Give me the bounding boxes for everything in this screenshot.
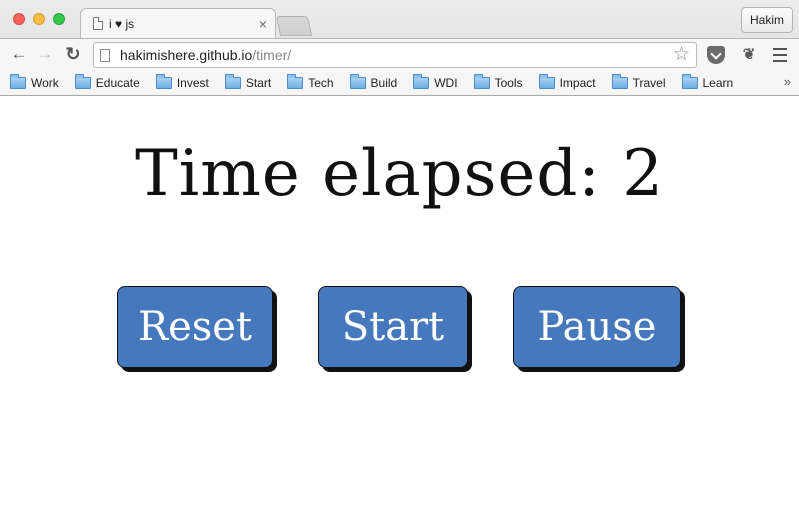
bookmarks-bar: Work Educate Invest Start Tech Build WDI… (0, 70, 799, 95)
close-window-button[interactable] (13, 13, 25, 25)
tab-close-icon[interactable]: × (259, 16, 267, 32)
folder-icon (413, 73, 430, 89)
page-icon (93, 17, 103, 30)
reset-button[interactable]: Reset (117, 286, 273, 368)
bookmark-folder-tools[interactable]: Tools (473, 73, 523, 90)
folder-icon (287, 73, 304, 89)
bookmark-folder-impact[interactable]: Impact (538, 73, 596, 90)
url-host: hakimishere.github.io (120, 47, 253, 63)
bookmark-folder-tech[interactable]: Tech (287, 73, 334, 90)
reload-icon[interactable]: ↻ (62, 43, 84, 65)
folder-icon (538, 73, 555, 89)
bookmarks-overflow-icon[interactable]: » (784, 74, 791, 89)
maximize-window-button[interactable] (53, 13, 65, 25)
bookmark-folder-invest[interactable]: Invest (155, 73, 209, 90)
browser-tab[interactable]: i ♥ js × (80, 8, 276, 38)
bookmark-folder-wdi[interactable]: WDI (413, 73, 458, 90)
time-elapsed-heading: Time elapsed: 2 (135, 137, 664, 211)
url-path: /timer/ (252, 47, 292, 63)
bookmark-folder-work[interactable]: Work (10, 73, 59, 90)
window-controls (13, 13, 65, 25)
folder-icon (155, 73, 172, 89)
browser-window-chrome: i ♥ js × Hakim ← → ↻ hakimishere.github.… (0, 0, 799, 96)
bookmark-folder-learn[interactable]: Learn (681, 73, 733, 90)
start-button[interactable]: Start (318, 286, 468, 368)
page-icon (100, 48, 110, 62)
tab-title: i ♥ js (109, 16, 135, 31)
folder-icon (681, 73, 698, 89)
bookmark-folder-educate[interactable]: Educate (74, 73, 140, 90)
minimize-window-button[interactable] (33, 13, 45, 25)
folder-icon (611, 73, 628, 89)
bookmark-folder-build[interactable]: Build (349, 73, 397, 90)
evernote-extension-icon[interactable]: ❦ (740, 46, 758, 64)
folder-icon (349, 73, 366, 89)
new-tab-button[interactable] (275, 16, 313, 36)
address-bar[interactable]: hakimishere.github.io /timer/ ☆ (93, 42, 697, 68)
browser-toolbar: ← → ↻ hakimishere.github.io /timer/ ☆ ❦ (0, 38, 799, 70)
folder-icon (74, 73, 91, 89)
folder-icon (473, 73, 490, 89)
bookmark-folder-start[interactable]: Start (224, 73, 271, 90)
folder-icon (224, 73, 241, 89)
bookmark-folder-travel[interactable]: Travel (611, 73, 666, 90)
browser-menu-icon[interactable] (773, 48, 787, 62)
pocket-extension-icon[interactable] (707, 46, 725, 64)
bookmark-star-icon[interactable]: ☆ (673, 45, 690, 65)
back-arrow-icon[interactable]: ← (8, 43, 30, 65)
forward-arrow-icon[interactable]: → (34, 43, 56, 65)
profile-button[interactable]: Hakim (740, 7, 793, 33)
pause-button[interactable]: Pause (513, 286, 681, 368)
folder-icon (10, 73, 26, 89)
